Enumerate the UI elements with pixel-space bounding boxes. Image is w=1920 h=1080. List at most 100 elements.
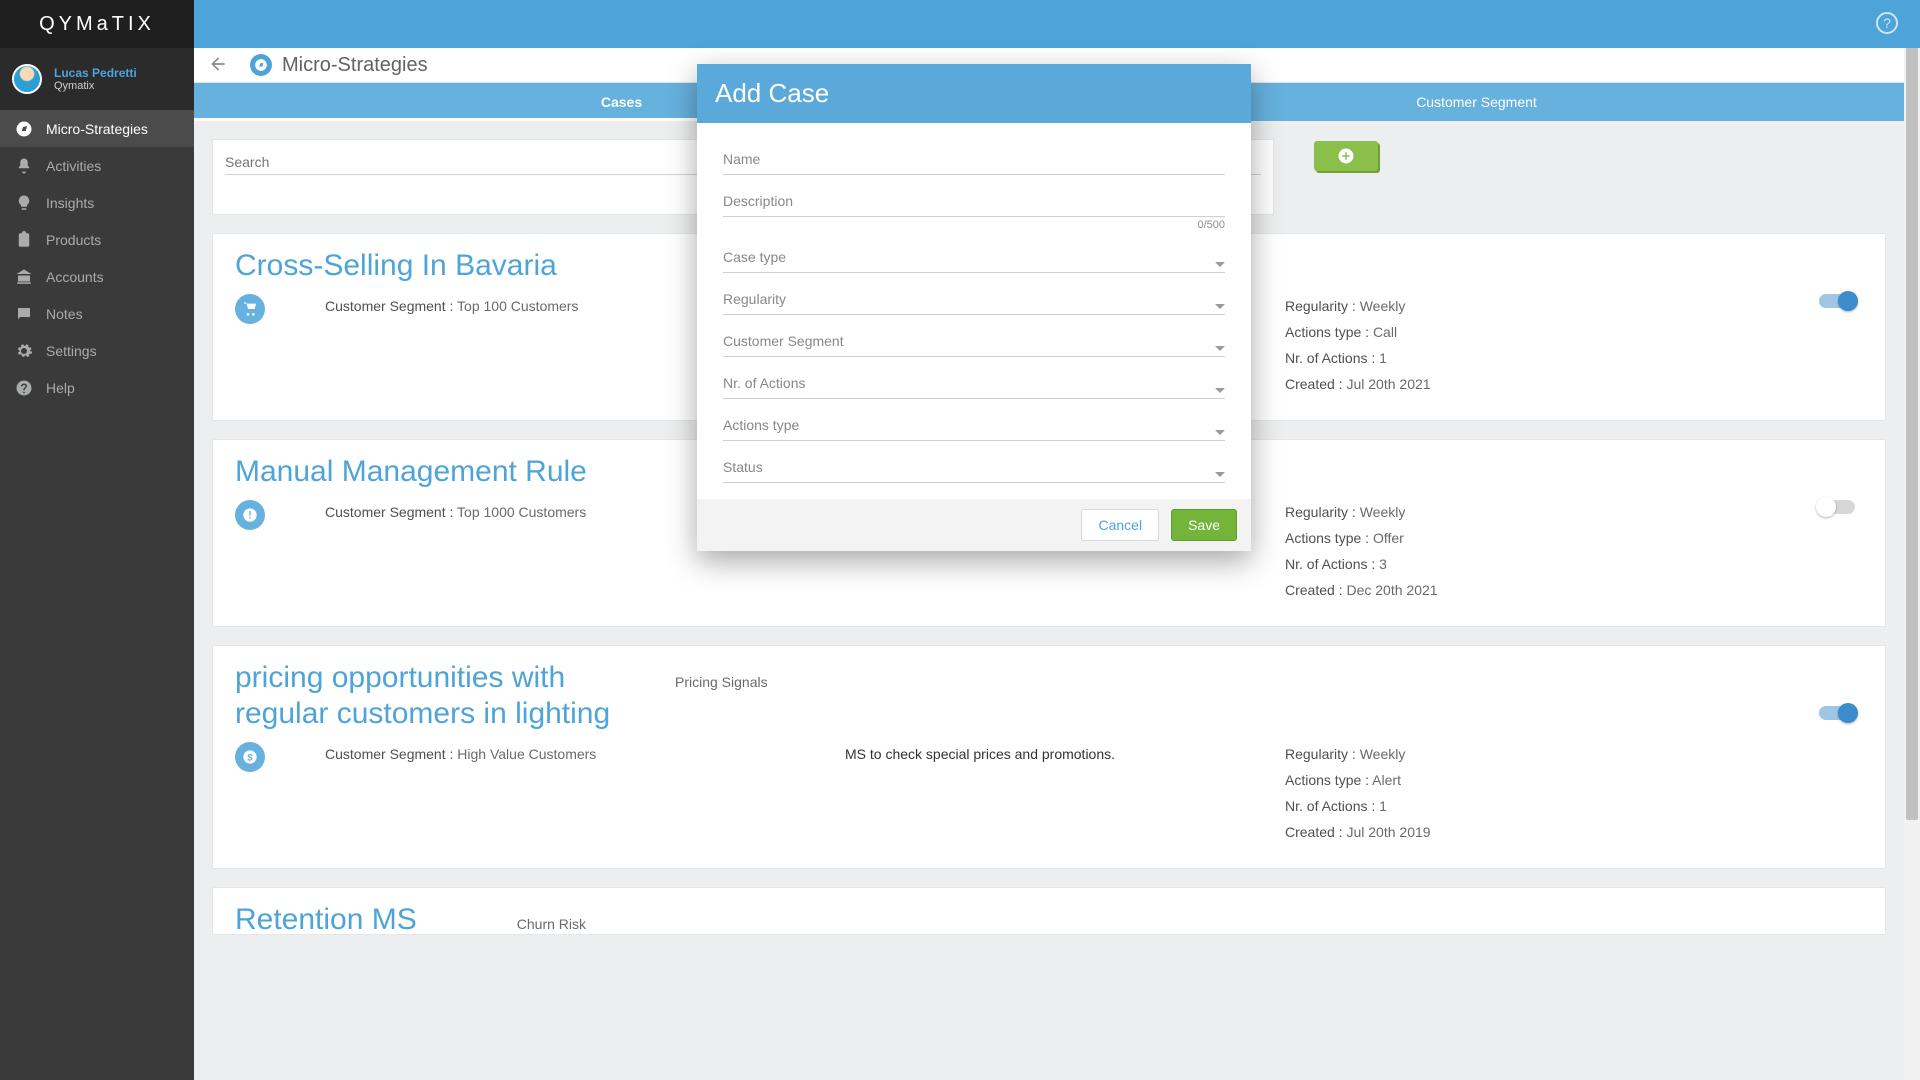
status-toggle[interactable] [1819, 500, 1855, 514]
created-label: Created : [1285, 824, 1343, 840]
sidebar-item-notes[interactable]: Notes [0, 295, 194, 332]
regularity-value: Weekly [1360, 504, 1406, 520]
actions-type-label: Actions type : [1285, 772, 1369, 788]
scrollbar-thumb[interactable] [1906, 0, 1918, 820]
segment-value: High Value Customers [457, 746, 596, 762]
segment-value: Top 1000 Customers [457, 504, 586, 520]
field-status[interactable]: Status [723, 459, 1225, 483]
created-label: Created : [1285, 582, 1343, 598]
clipboard-icon [14, 230, 34, 250]
created-value: Dec 20th 2021 [1346, 582, 1437, 598]
case-card: Retention MS Churn Risk [212, 887, 1886, 935]
nr-actions-value: 3 [1379, 556, 1387, 572]
actions-type-label: Actions type : [1285, 530, 1369, 546]
case-card: pricing opportunities with regular custo… [212, 645, 1886, 869]
field-name[interactable]: Name [723, 151, 1225, 175]
bell-icon [14, 156, 34, 176]
help-icon[interactable]: ? [1876, 12, 1898, 34]
segment-label: Customer Segment : [325, 504, 453, 520]
field-label: Status [723, 459, 1225, 475]
sidebar-item-label: Micro-Strategies [46, 121, 148, 137]
nr-actions-label: Nr. of Actions : [1285, 556, 1375, 572]
field-nr-actions[interactable]: Nr. of Actions [723, 375, 1225, 399]
chevron-down-icon [1215, 388, 1225, 393]
sidebar: Lucas Pedretti Qymatix Micro-Strategies … [0, 48, 194, 1080]
actions-type-label: Actions type : [1285, 324, 1369, 340]
chevron-down-icon [1215, 304, 1225, 309]
field-description[interactable]: Description 0/500 [723, 193, 1225, 231]
back-icon[interactable] [208, 54, 230, 76]
sidebar-item-label: Products [46, 232, 101, 248]
brand-logo[interactable]: QYMaTIX [0, 0, 194, 48]
sidebar-item-accounts[interactable]: Accounts [0, 258, 194, 295]
field-case-type[interactable]: Case type [723, 249, 1225, 273]
sidebar-item-settings[interactable]: Settings [0, 332, 194, 369]
field-label: Actions type [723, 417, 1225, 433]
status-toggle[interactable] [1819, 706, 1855, 720]
case-tag: Pricing Signals [675, 660, 1115, 694]
toggle-knob [1838, 291, 1858, 311]
nr-actions-value: 1 [1379, 350, 1387, 366]
dollar-icon: $ [235, 742, 265, 772]
user-name: Lucas Pedretti [54, 66, 137, 80]
actions-type-value: Offer [1373, 530, 1404, 546]
field-actions-type[interactable]: Actions type [723, 417, 1225, 441]
sidebar-item-label: Activities [46, 158, 101, 174]
scrollbar[interactable] [1904, 0, 1920, 1080]
bulb-icon [14, 193, 34, 213]
nr-actions-label: Nr. of Actions : [1285, 798, 1375, 814]
cart-icon [235, 294, 265, 324]
sidebar-item-label: Accounts [46, 269, 104, 285]
user-block[interactable]: Lucas Pedretti Qymatix [0, 48, 194, 110]
question-icon [14, 378, 34, 398]
field-label: Customer Segment [723, 333, 1225, 349]
compass-icon [14, 119, 34, 139]
add-case-button[interactable] [1314, 141, 1378, 171]
case-description: MS to check special prices and promotion… [845, 742, 1285, 766]
nr-actions-value: 1 [1379, 798, 1387, 814]
chevron-down-icon [1215, 472, 1225, 477]
created-value: Jul 20th 2019 [1346, 824, 1430, 840]
sidebar-item-help[interactable]: Help [0, 369, 194, 406]
nr-actions-label: Nr. of Actions : [1285, 350, 1375, 366]
user-company: Qymatix [54, 80, 137, 93]
sidebar-item-insights[interactable]: Insights [0, 184, 194, 221]
field-customer-segment[interactable]: Customer Segment [723, 333, 1225, 357]
regularity-label: Regularity : [1285, 298, 1356, 314]
modal-footer: Cancel Save [697, 499, 1251, 551]
gear-icon [14, 341, 34, 361]
case-title[interactable]: Retention MS [235, 902, 417, 935]
sidebar-item-label: Settings [46, 343, 97, 359]
sidebar-item-products[interactable]: Products [0, 221, 194, 258]
field-label: Nr. of Actions [723, 375, 1225, 391]
actions-type-value: Alert [1372, 772, 1401, 788]
page-title: Micro-Strategies [282, 54, 428, 77]
top-bar: QYMaTIX ? [0, 0, 1920, 48]
toggle-knob [1838, 703, 1858, 723]
status-toggle[interactable] [1819, 294, 1855, 308]
created-label: Created : [1285, 376, 1343, 392]
segment-label: Customer Segment : [325, 298, 453, 314]
case-title[interactable]: pricing opportunities with regular custo… [235, 660, 635, 732]
svg-text:$: $ [247, 752, 253, 762]
regularity-value: Weekly [1360, 298, 1406, 314]
modal-title: Add Case [697, 64, 1251, 123]
save-button[interactable]: Save [1171, 509, 1237, 541]
chat-icon [14, 304, 34, 324]
sidebar-item-micro-strategies[interactable]: Micro-Strategies [0, 110, 194, 147]
toggle-knob [1816, 497, 1836, 517]
cancel-button[interactable]: Cancel [1081, 509, 1159, 541]
sidebar-item-activities[interactable]: Activities [0, 147, 194, 184]
field-regularity[interactable]: Regularity [723, 291, 1225, 315]
compass-icon [250, 54, 272, 76]
alert-icon [235, 500, 265, 530]
chevron-down-icon [1215, 430, 1225, 435]
field-label: Case type [723, 249, 1225, 265]
created-value: Jul 20th 2021 [1346, 376, 1430, 392]
sidebar-item-label: Insights [46, 195, 94, 211]
case-tag: Churn Risk [517, 902, 957, 935]
actions-type-value: Call [1373, 324, 1397, 340]
avatar [12, 64, 42, 94]
chevron-down-icon [1215, 262, 1225, 267]
segment-value: Top 100 Customers [457, 298, 578, 314]
